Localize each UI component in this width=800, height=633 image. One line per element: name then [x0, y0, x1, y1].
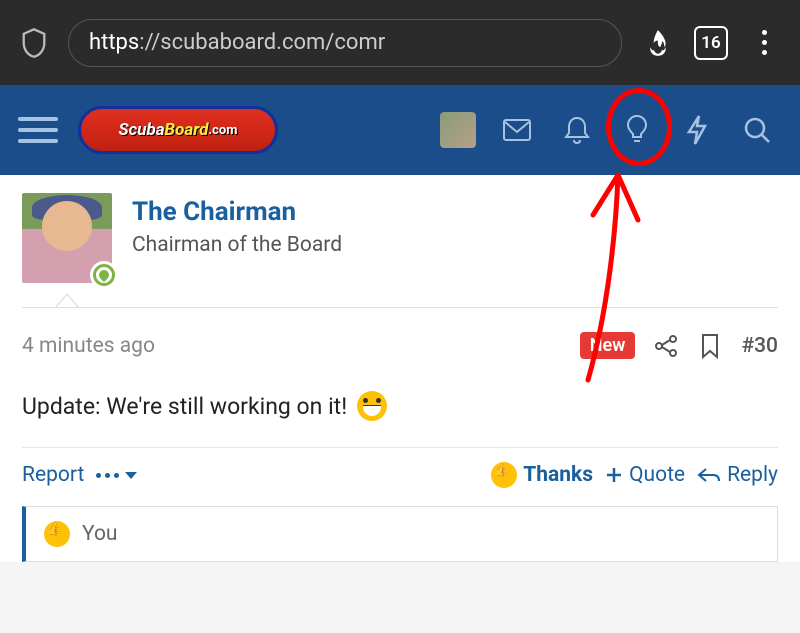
speech-pointer [55, 293, 79, 307]
reply-button[interactable]: Reply [697, 463, 778, 487]
quote-button[interactable]: Quote [605, 463, 685, 487]
grinning-emoji [357, 391, 387, 421]
user-avatar-small[interactable] [440, 112, 476, 148]
tracking-protection-icon[interactable] [18, 27, 50, 59]
url-text: https://scubaboard.com/comr [89, 30, 385, 55]
online-status-icon [90, 261, 118, 289]
post-timestamp[interactable]: 4 minutes ago [22, 334, 155, 358]
url-bar[interactable]: https://scubaboard.com/comr [68, 19, 622, 67]
report-link[interactable]: Report [22, 463, 84, 487]
notifications-icon[interactable] [552, 105, 602, 155]
logo-part2: Board [165, 120, 209, 140]
more-actions-button[interactable] [96, 472, 137, 479]
reactions-you-label: You [82, 522, 118, 546]
post-text: Update: We're still working on it! [22, 393, 347, 420]
search-icon[interactable] [732, 105, 782, 155]
tab-count-button[interactable]: 16 [694, 26, 728, 60]
post-number-link[interactable]: #30 [741, 334, 778, 358]
site-logo[interactable]: ScubaBoard.com [78, 106, 278, 154]
thanks-button[interactable]: Thanks [491, 462, 593, 488]
logo-part3: .com [208, 123, 237, 138]
share-icon[interactable] [653, 333, 679, 359]
messages-icon[interactable] [492, 105, 542, 155]
reply-label: Reply [727, 463, 778, 487]
browser-toolbar: https://scubaboard.com/comr 16 [0, 0, 800, 85]
author-name[interactable]: The Chairman [132, 197, 778, 227]
whats-new-icon[interactable] [672, 105, 722, 155]
logo-part1: Scuba [118, 120, 164, 140]
reactions-summary[interactable]: You [22, 506, 778, 562]
fire-icon[interactable] [640, 25, 676, 61]
reaction-thumb-icon [44, 521, 70, 547]
quote-label: Quote [629, 463, 685, 487]
bookmark-icon[interactable] [697, 333, 723, 359]
new-badge: New [580, 332, 636, 359]
post-body: Update: We're still working on it! [22, 373, 778, 447]
author-avatar[interactable] [22, 193, 112, 283]
thanks-emoji-icon [491, 462, 517, 488]
forum-post: The Chairman Chairman of the Board 4 min… [0, 175, 800, 562]
menu-button[interactable] [18, 110, 58, 150]
author-title: Chairman of the Board [132, 233, 778, 257]
browser-menu-icon[interactable] [746, 25, 782, 61]
site-header: ScubaBoard.com [0, 85, 800, 175]
post-meta-bar: 4 minutes ago New #30 [22, 307, 778, 373]
post-header: The Chairman Chairman of the Board [22, 193, 778, 283]
post-action-bar: Report Thanks Quote Reply [22, 447, 778, 506]
thanks-label: Thanks [523, 463, 593, 487]
lightbulb-icon[interactable] [612, 105, 662, 155]
